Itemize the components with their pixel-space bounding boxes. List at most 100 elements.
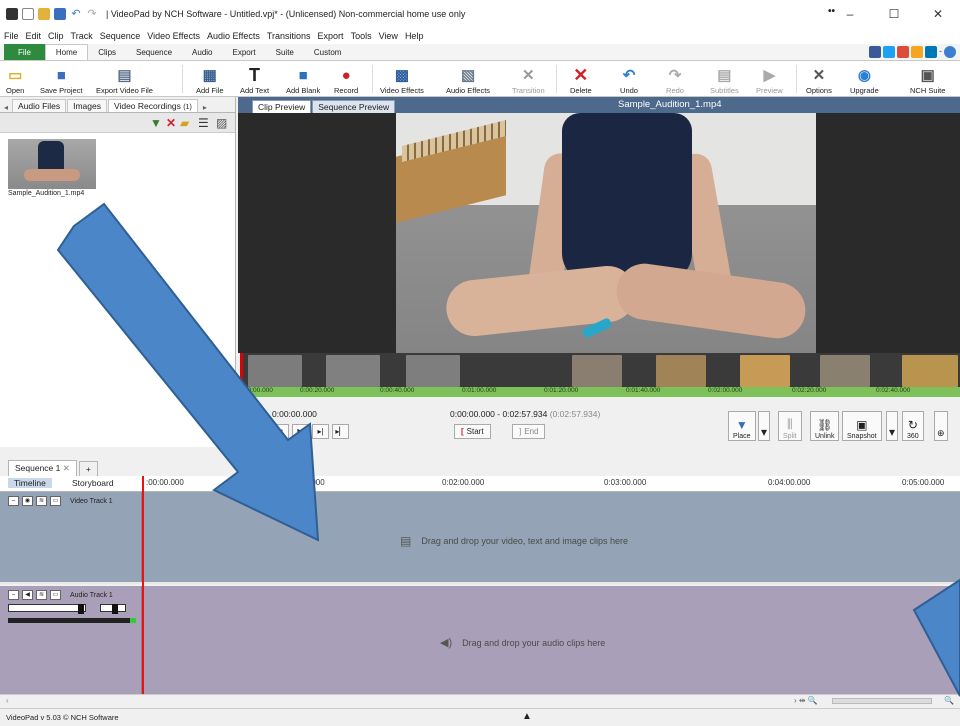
- linkedin-icon[interactable]: [925, 46, 937, 58]
- subtitles-button[interactable]: ▤ Subtitles: [710, 63, 739, 95]
- step-forward-button[interactable]: ▸|: [312, 424, 329, 439]
- menu-video-effects[interactable]: Video Effects: [147, 31, 200, 41]
- maximize-button[interactable]: ☐: [872, 0, 916, 28]
- close-tab-icon[interactable]: ✕: [63, 463, 70, 473]
- video-effects-button[interactable]: ▩ Video Effects: [380, 63, 424, 95]
- export-video-file-button[interactable]: ▤ Export Video File: [96, 63, 153, 95]
- tab-scroll-right-icon[interactable]: ▸: [203, 103, 207, 112]
- open-button[interactable]: ▭ Open: [6, 63, 24, 95]
- delete-button[interactable]: ✕ Delete: [570, 63, 592, 96]
- add-blank-button[interactable]: ■ Add Blank: [286, 63, 320, 96]
- save-icon[interactable]: [54, 8, 66, 20]
- help-icon[interactable]: [944, 46, 956, 58]
- effects-icon[interactable]: ≋: [36, 590, 47, 600]
- undo-button[interactable]: ↶ Undo: [620, 63, 638, 95]
- menu-audio-effects[interactable]: Audio Effects: [207, 31, 260, 41]
- minimize-button[interactable]: –: [828, 0, 872, 28]
- nch-suite-button[interactable]: ▣ NCH Suite: [910, 63, 945, 95]
- tab-suite[interactable]: Suite: [266, 44, 304, 60]
- zoom-controls[interactable]: ⊕: [934, 411, 948, 441]
- snapshot-dropdown[interactable]: ▾: [886, 411, 899, 441]
- add-sequence-button[interactable]: +: [78, 461, 98, 476]
- effects-icon[interactable]: ≋: [36, 496, 47, 506]
- thumbnail-view-icon[interactable]: ▨: [216, 116, 227, 130]
- playhead-marker[interactable]: [240, 353, 243, 397]
- stop-button[interactable]: ■: [272, 424, 289, 439]
- view-360-button[interactable]: ↻ 360: [902, 411, 924, 441]
- save-project-button[interactable]: ■ Save Project: [40, 63, 83, 96]
- place-dropdown[interactable]: ▾: [758, 411, 771, 441]
- facebook-icon[interactable]: [869, 46, 881, 58]
- menu-help[interactable]: Help: [405, 31, 424, 41]
- tab-sequence[interactable]: Sequence: [126, 44, 182, 60]
- upgrade-button[interactable]: ◉ Upgrade: [850, 63, 879, 95]
- close-button[interactable]: ✕: [916, 0, 960, 28]
- expand-panel-icon[interactable]: ▲: [522, 711, 532, 722]
- scroll-left-icon[interactable]: ‹: [6, 696, 9, 705]
- split-button[interactable]: ⫼ Split: [778, 411, 802, 441]
- timeline-scrollbar[interactable]: ‹ › ⇹ 🔍 🔍: [0, 694, 960, 708]
- mode-storyboard[interactable]: Storyboard: [66, 478, 120, 488]
- tab-clips[interactable]: Clips: [88, 44, 126, 60]
- tab-scroll-left-icon[interactable]: ◂: [4, 103, 8, 112]
- tab-clip-preview[interactable]: Clip Preview: [252, 100, 312, 113]
- new-folder-icon[interactable]: ▰: [180, 116, 189, 130]
- visibility-icon[interactable]: ◉: [22, 496, 33, 506]
- video-viewport[interactable]: [238, 113, 960, 353]
- list-view-icon[interactable]: ☰: [198, 116, 209, 130]
- zoom-in-icon[interactable]: 🔍: [944, 696, 954, 705]
- menu-sequence[interactable]: Sequence: [100, 31, 141, 41]
- clip-filmstrip[interactable]: 00:00.000 0:00:20.000 0:00:40.000 0:01:0…: [240, 353, 960, 397]
- play-button[interactable]: ▶: [292, 424, 309, 439]
- zoom-slider[interactable]: [832, 698, 932, 704]
- pan-slider-handle[interactable]: [112, 604, 118, 614]
- tab-audio-files[interactable]: Audio Files: [12, 99, 67, 112]
- zoom-fit-icon[interactable]: › ⇹ 🔍: [794, 696, 818, 705]
- snapshot-button[interactable]: ▣ Snapshot: [842, 411, 882, 441]
- menu-view[interactable]: View: [379, 31, 398, 41]
- tab-sequence-1[interactable]: Sequence 1 ✕: [8, 460, 77, 476]
- redo-quick-icon[interactable]: ↷: [86, 8, 98, 20]
- menu-clip[interactable]: Clip: [48, 31, 64, 41]
- menu-transitions[interactable]: Transitions: [267, 31, 311, 41]
- bin-clip-item[interactable]: Sample_Audition_1.mp4: [8, 139, 96, 197]
- audio-track[interactable]: – ◀ ≋ ▭ Audio Track 1 ◀) Drag and drop y…: [0, 586, 960, 694]
- menu-tools[interactable]: Tools: [351, 31, 372, 41]
- collapse-track-icon[interactable]: –: [8, 590, 19, 600]
- lock-icon[interactable]: ▭: [50, 496, 61, 506]
- mode-timeline[interactable]: Timeline: [8, 478, 52, 488]
- rss-icon[interactable]: [911, 46, 923, 58]
- collapse-track-icon[interactable]: –: [8, 496, 19, 506]
- add-to-bin-icon[interactable]: ▼: [150, 116, 162, 130]
- options-button[interactable]: ✕ Options: [806, 63, 832, 95]
- menu-track[interactable]: Track: [71, 31, 93, 41]
- menu-file[interactable]: File: [4, 31, 19, 41]
- tab-export[interactable]: Export: [223, 44, 266, 60]
- transition-button[interactable]: ✕ Transition: [512, 63, 545, 95]
- tab-video-recordings[interactable]: Video Recordings (1): [107, 99, 198, 112]
- volume-slider[interactable]: [8, 604, 86, 612]
- tab-file[interactable]: File: [4, 44, 45, 60]
- dropdown-icon[interactable]: -: [939, 46, 942, 58]
- tab-images[interactable]: Images: [67, 99, 107, 112]
- twitter-icon[interactable]: [883, 46, 895, 58]
- skip-end-button[interactable]: ▸▏: [332, 424, 349, 439]
- unlink-button[interactable]: ⛓ Unlink: [810, 411, 840, 441]
- open-folder-icon[interactable]: [38, 8, 50, 20]
- menu-edit[interactable]: Edit: [26, 31, 42, 41]
- preview-button[interactable]: ▶ Preview: [756, 63, 783, 95]
- new-file-icon[interactable]: [22, 8, 34, 20]
- add-text-button[interactable]: T Add Text: [240, 63, 269, 96]
- tab-home[interactable]: Home: [44, 44, 89, 60]
- redo-button[interactable]: ↷ Redo: [666, 63, 684, 95]
- set-start-button[interactable]: [Start: [454, 424, 491, 439]
- tab-custom[interactable]: Custom: [304, 44, 352, 60]
- video-track[interactable]: – ◉ ≋ ▭ Video Track 1 ▤ Drag and drop yo…: [0, 492, 960, 584]
- record-button[interactable]: ● Record: [334, 63, 358, 96]
- undo-quick-icon[interactable]: ↶: [70, 8, 82, 20]
- audio-effects-button[interactable]: ▧ Audio Effects: [446, 63, 490, 95]
- menu-export[interactable]: Export: [318, 31, 344, 41]
- googleplus-icon[interactable]: [897, 46, 909, 58]
- tab-audio[interactable]: Audio: [182, 44, 222, 60]
- volume-slider-handle[interactable]: [78, 604, 84, 614]
